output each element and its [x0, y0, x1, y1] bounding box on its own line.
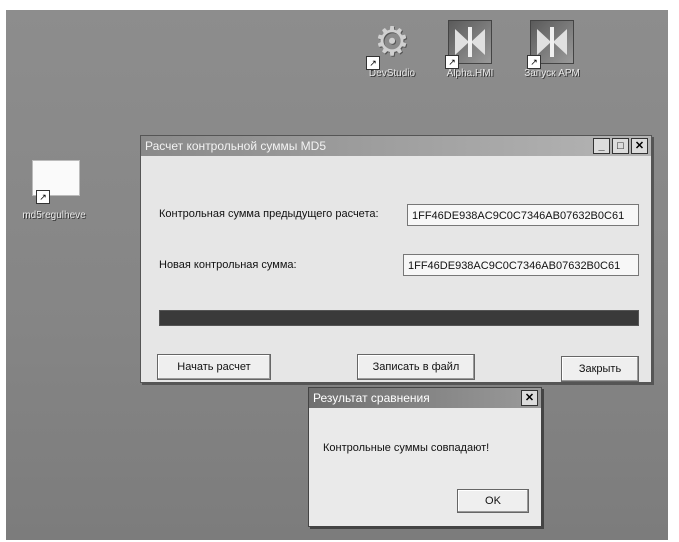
gears-icon: ⚙ ↗	[366, 20, 414, 70]
window-titlebar[interactable]: Расчет контрольной суммы MD5 _ □ ✕	[141, 136, 651, 156]
shortcut-arrow-icon: ↗	[366, 56, 380, 70]
minimize-button[interactable]: _	[593, 138, 610, 154]
progress-bar	[159, 310, 639, 326]
file-icon: ↗	[32, 160, 80, 204]
prev-checksum-field[interactable]: 1FF46DE938AC9C0C7346AB07632B0C61	[407, 204, 639, 226]
desktop-icon-label: DevStudio	[368, 68, 416, 79]
start-calc-button[interactable]: Начать расчет	[157, 354, 271, 380]
dialog-titlebar[interactable]: Результат сравнения ✕	[309, 388, 541, 408]
shortcut-arrow-icon: ↗	[527, 55, 541, 69]
shortcut-arrow-icon: ↗	[36, 190, 50, 204]
dialog-message: Контрольные суммы совпадают!	[323, 442, 490, 454]
desktop-icon-label: Запуск АРМ	[524, 68, 580, 79]
apm-icon: ↗	[527, 20, 574, 69]
desktop-icon-alphahmi[interactable]: ↗ Alpha.HMI	[430, 20, 510, 79]
desktop-icon-label: Alpha.HMI	[446, 68, 494, 79]
maximize-button[interactable]: □	[612, 138, 629, 154]
result-dialog: Результат сравнения ✕ Контрольные суммы …	[308, 387, 542, 527]
close-window-button[interactable]: Закрыть	[561, 356, 639, 382]
shortcut-arrow-icon: ↗	[445, 55, 459, 69]
dialog-title: Результат сравнения	[313, 391, 430, 405]
prev-checksum-label: Контрольная сумма предыдущего расчета:	[159, 208, 379, 220]
new-checksum-label: Новая контрольная сумма:	[159, 259, 297, 271]
alpha-hmi-icon: ↗	[445, 20, 492, 69]
write-file-button[interactable]: Записать в файл	[357, 354, 475, 380]
desktop-icon-label: md5regulheve	[22, 210, 86, 221]
desktop-icon-md5[interactable]: ↗ md5regulheve	[14, 160, 94, 221]
md5-window: Расчет контрольной суммы MD5 _ □ ✕ Контр…	[140, 135, 652, 383]
close-button[interactable]: ✕	[631, 138, 648, 154]
new-checksum-field[interactable]: 1FF46DE938AC9C0C7346AB07632B0C61	[403, 254, 639, 276]
window-title: Расчет контрольной суммы MD5	[145, 139, 327, 153]
desktop-icon-apm[interactable]: ↗ Запуск АРМ	[512, 20, 592, 79]
desktop-icon-devstudio[interactable]: ⚙ ↗ DevStudio	[352, 20, 432, 79]
dialog-close-button[interactable]: ✕	[521, 390, 538, 406]
ok-button[interactable]: OK	[457, 489, 529, 513]
